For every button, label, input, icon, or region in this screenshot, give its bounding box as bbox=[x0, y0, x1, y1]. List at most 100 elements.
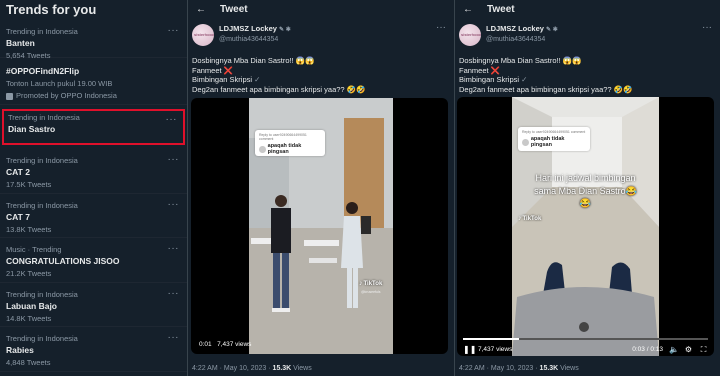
video-controls: ❚❚ 7,437 views 0:03 / 0:13 🔈 ⚙ ⛶ bbox=[457, 336, 714, 356]
trend-name: Dian Sastro bbox=[8, 124, 56, 134]
display-name[interactable]: LDJMSZ Lockey ✎ ✱ bbox=[219, 24, 291, 35]
trend-context: Trending in Indonesia bbox=[6, 289, 78, 299]
video-views: 7,437 views bbox=[217, 341, 252, 348]
trend-name: CAT 2 bbox=[6, 167, 30, 177]
trend-context: Trending in Indonesia bbox=[6, 334, 78, 344]
trend-count: 4,848 Tweets bbox=[6, 358, 51, 368]
tweet-timestamp[interactable]: 4:22 AM · May 10, 2023 · bbox=[192, 365, 273, 372]
trend-count: 17.5K Tweets bbox=[6, 180, 52, 189]
view-label: Views bbox=[558, 365, 579, 372]
video-overlay-text: Hari ini jadwal bimbingan sama Mba Dian … bbox=[534, 173, 637, 208]
tweet-line: Dosbingnya Mba Dian Sastro!! bbox=[459, 56, 561, 65]
tweet-meta: 4:22 AM · May 10, 2023 · 15.3K Views bbox=[459, 365, 579, 372]
tweet-author: sisterhood LDJMSZ Lockey ✎ ✱ @muthia4364… bbox=[455, 18, 720, 46]
view-count: 15.3K bbox=[539, 365, 559, 372]
promoted-line: Promoted by OPPO Indonesia bbox=[6, 91, 181, 101]
tweet-timestamp[interactable]: 4:22 AM · May 10, 2023 · bbox=[459, 365, 540, 372]
trend-item-jisoo[interactable]: Music · Trending CONGRATULATIONS JISOO 2… bbox=[0, 238, 187, 283]
tiktok-watermark: ♪TikTok bbox=[518, 215, 541, 222]
trend-item-labuan-bajo[interactable]: Trending in Indonesia Labuan Bajo 14.8K … bbox=[0, 283, 187, 328]
trend-context: Trending in Indonesia bbox=[8, 113, 80, 122]
volume-icon[interactable]: 🔈 bbox=[669, 345, 679, 354]
reply-card-top: Reply to user92490664499051 comment bbox=[259, 133, 307, 141]
more-icon[interactable]: ··· bbox=[168, 243, 180, 254]
back-arrow-icon[interactable]: ← bbox=[196, 4, 206, 15]
handle: @muthia43644354 bbox=[219, 36, 279, 43]
more-icon[interactable]: ··· bbox=[168, 332, 180, 343]
trend-name: Rabies bbox=[6, 345, 34, 356]
trend-context: Trending in Indonesia bbox=[6, 156, 78, 165]
video-frame: Reply to user92490664499051 comment apaq… bbox=[512, 97, 659, 356]
video-progress-fill bbox=[463, 338, 520, 340]
tweet-header: ← Tweet bbox=[188, 0, 454, 18]
tiktok-icon: ♪ bbox=[359, 280, 363, 287]
verified-icon: ✎ ✱ bbox=[279, 27, 291, 33]
display-name-text: LDJMSZ Lockey bbox=[486, 24, 544, 33]
tweet-line: Bimbingan Skripsi bbox=[192, 75, 253, 84]
trend-item-dian-sastro[interactable]: Trending in Indonesia Dian Sastro ··· bbox=[2, 109, 185, 145]
fullscreen-icon[interactable]: ⛶ bbox=[699, 345, 708, 354]
tweet-line: Deg2an fanmeet apa bimbingan skripsi yaa… bbox=[192, 84, 345, 94]
tiktok-label: TikTok bbox=[522, 216, 542, 222]
video-player-2[interactable]: Reply to user92490664499051 comment apaq… bbox=[457, 97, 714, 356]
more-icon[interactable]: ··· bbox=[168, 288, 180, 299]
trend-count: 21.2K Tweets bbox=[6, 269, 52, 279]
tweet-title: Tweet bbox=[487, 3, 515, 15]
tweet-meta: 4:22 AM · May 10, 2023 · 15.3K Views bbox=[192, 365, 312, 372]
avatar[interactable]: sisterhood bbox=[192, 24, 214, 46]
x-icon: ❌ bbox=[490, 65, 501, 75]
video-time-text: 0:01 bbox=[199, 341, 212, 348]
avatar-text: sisterhood bbox=[461, 32, 481, 37]
trend-name: #OPPOFindN2Flip bbox=[6, 66, 80, 76]
trend-name: CONGRATULATIONS JISOO bbox=[6, 256, 120, 267]
more-icon[interactable]: ··· bbox=[168, 199, 180, 210]
trend-item-cat7[interactable]: Trending in Indonesia CAT 7 13.8K Tweets… bbox=[0, 194, 187, 239]
more-icon[interactable]: ··· bbox=[702, 22, 712, 33]
trend-item-cat2[interactable]: Trending in Indonesia CAT 2 17.5K Tweets… bbox=[0, 149, 187, 194]
tweet-line: Bimbingan Skripsi bbox=[459, 75, 520, 84]
avatar[interactable]: sisterhood bbox=[459, 24, 481, 46]
emoji: 😱😱 bbox=[562, 56, 582, 65]
video-frame: Reply to user92490664499051 comment apaq… bbox=[249, 98, 393, 354]
emoji: 😱😱 bbox=[295, 56, 315, 65]
tweet-panel-1: ← Tweet sisterhood LDJMSZ Lockey ✎ ✱ @mu… bbox=[187, 0, 454, 376]
verified-icon: ✎ ✱ bbox=[546, 27, 558, 33]
reply-card: Reply to user92490664499051 comment apaq… bbox=[255, 130, 325, 156]
check-icon: ✓ bbox=[521, 75, 528, 84]
reply-card-text: apaqah tidak pingsan bbox=[267, 143, 302, 155]
tweet-line: Dosbingnya Mba Dian Sastro!! bbox=[192, 56, 294, 65]
more-icon[interactable]: ··· bbox=[168, 154, 180, 165]
trend-count: 14.8K Tweets bbox=[6, 313, 52, 323]
more-icon[interactable]: ··· bbox=[168, 25, 180, 36]
pause-icon[interactable]: ❚❚ bbox=[463, 345, 476, 354]
trend-promo-sub: Tonton Launch pukul 19.00 WIB bbox=[6, 79, 113, 88]
tweet-line: Fanmeet bbox=[459, 65, 489, 75]
video-time: 0:01 7,437 views bbox=[199, 341, 251, 348]
trend-context: Trending in Indonesia bbox=[6, 27, 78, 36]
video-progress-bar[interactable] bbox=[463, 338, 708, 340]
more-icon[interactable]: ··· bbox=[436, 22, 446, 33]
trend-name: Labuan Bajo bbox=[6, 300, 58, 311]
tiktok-watermark: ♪TikTok bbox=[359, 280, 382, 287]
back-arrow-icon[interactable]: ← bbox=[463, 4, 473, 15]
display-name[interactable]: LDJMSZ Lockey ✎ ✱ bbox=[486, 24, 558, 35]
promoted-icon bbox=[6, 92, 13, 100]
avatar bbox=[522, 138, 529, 146]
trend-item-rabies[interactable]: Trending in Indonesia Rabies 4,848 Tweet… bbox=[0, 327, 187, 372]
trend-item-banten[interactable]: Trending in Indonesia Banten 5,654 Tweet… bbox=[0, 20, 187, 60]
trend-item-promoted[interactable]: #OPPOFindN2Flip Tonton Launch pukul 19.0… bbox=[0, 58, 187, 105]
avatar bbox=[259, 145, 266, 153]
tweet-header: ← Tweet bbox=[455, 0, 720, 18]
video-player-1[interactable]: Reply to user92490664499051 comment apaq… bbox=[191, 98, 448, 354]
settings-icon[interactable]: ⚙ bbox=[684, 345, 693, 354]
more-icon[interactable]: ··· bbox=[166, 114, 178, 125]
tweet-panel-2: ← Tweet sisterhood LDJMSZ Lockey ✎ ✱ @mu… bbox=[454, 0, 720, 376]
emoji: 🤣🤣 bbox=[346, 84, 366, 94]
emoji: 🤣🤣 bbox=[613, 84, 633, 94]
tweet-author: sisterhood LDJMSZ Lockey ✎ ✱ @muthia4364… bbox=[188, 18, 454, 46]
reply-card: Reply to user92490664499051 comment apaq… bbox=[518, 127, 590, 151]
check-icon: ✓ bbox=[254, 75, 261, 84]
avatar-text: sisterhood bbox=[194, 32, 214, 37]
trends-header: Trends for you bbox=[6, 2, 97, 17]
x-icon: ❌ bbox=[223, 65, 234, 75]
